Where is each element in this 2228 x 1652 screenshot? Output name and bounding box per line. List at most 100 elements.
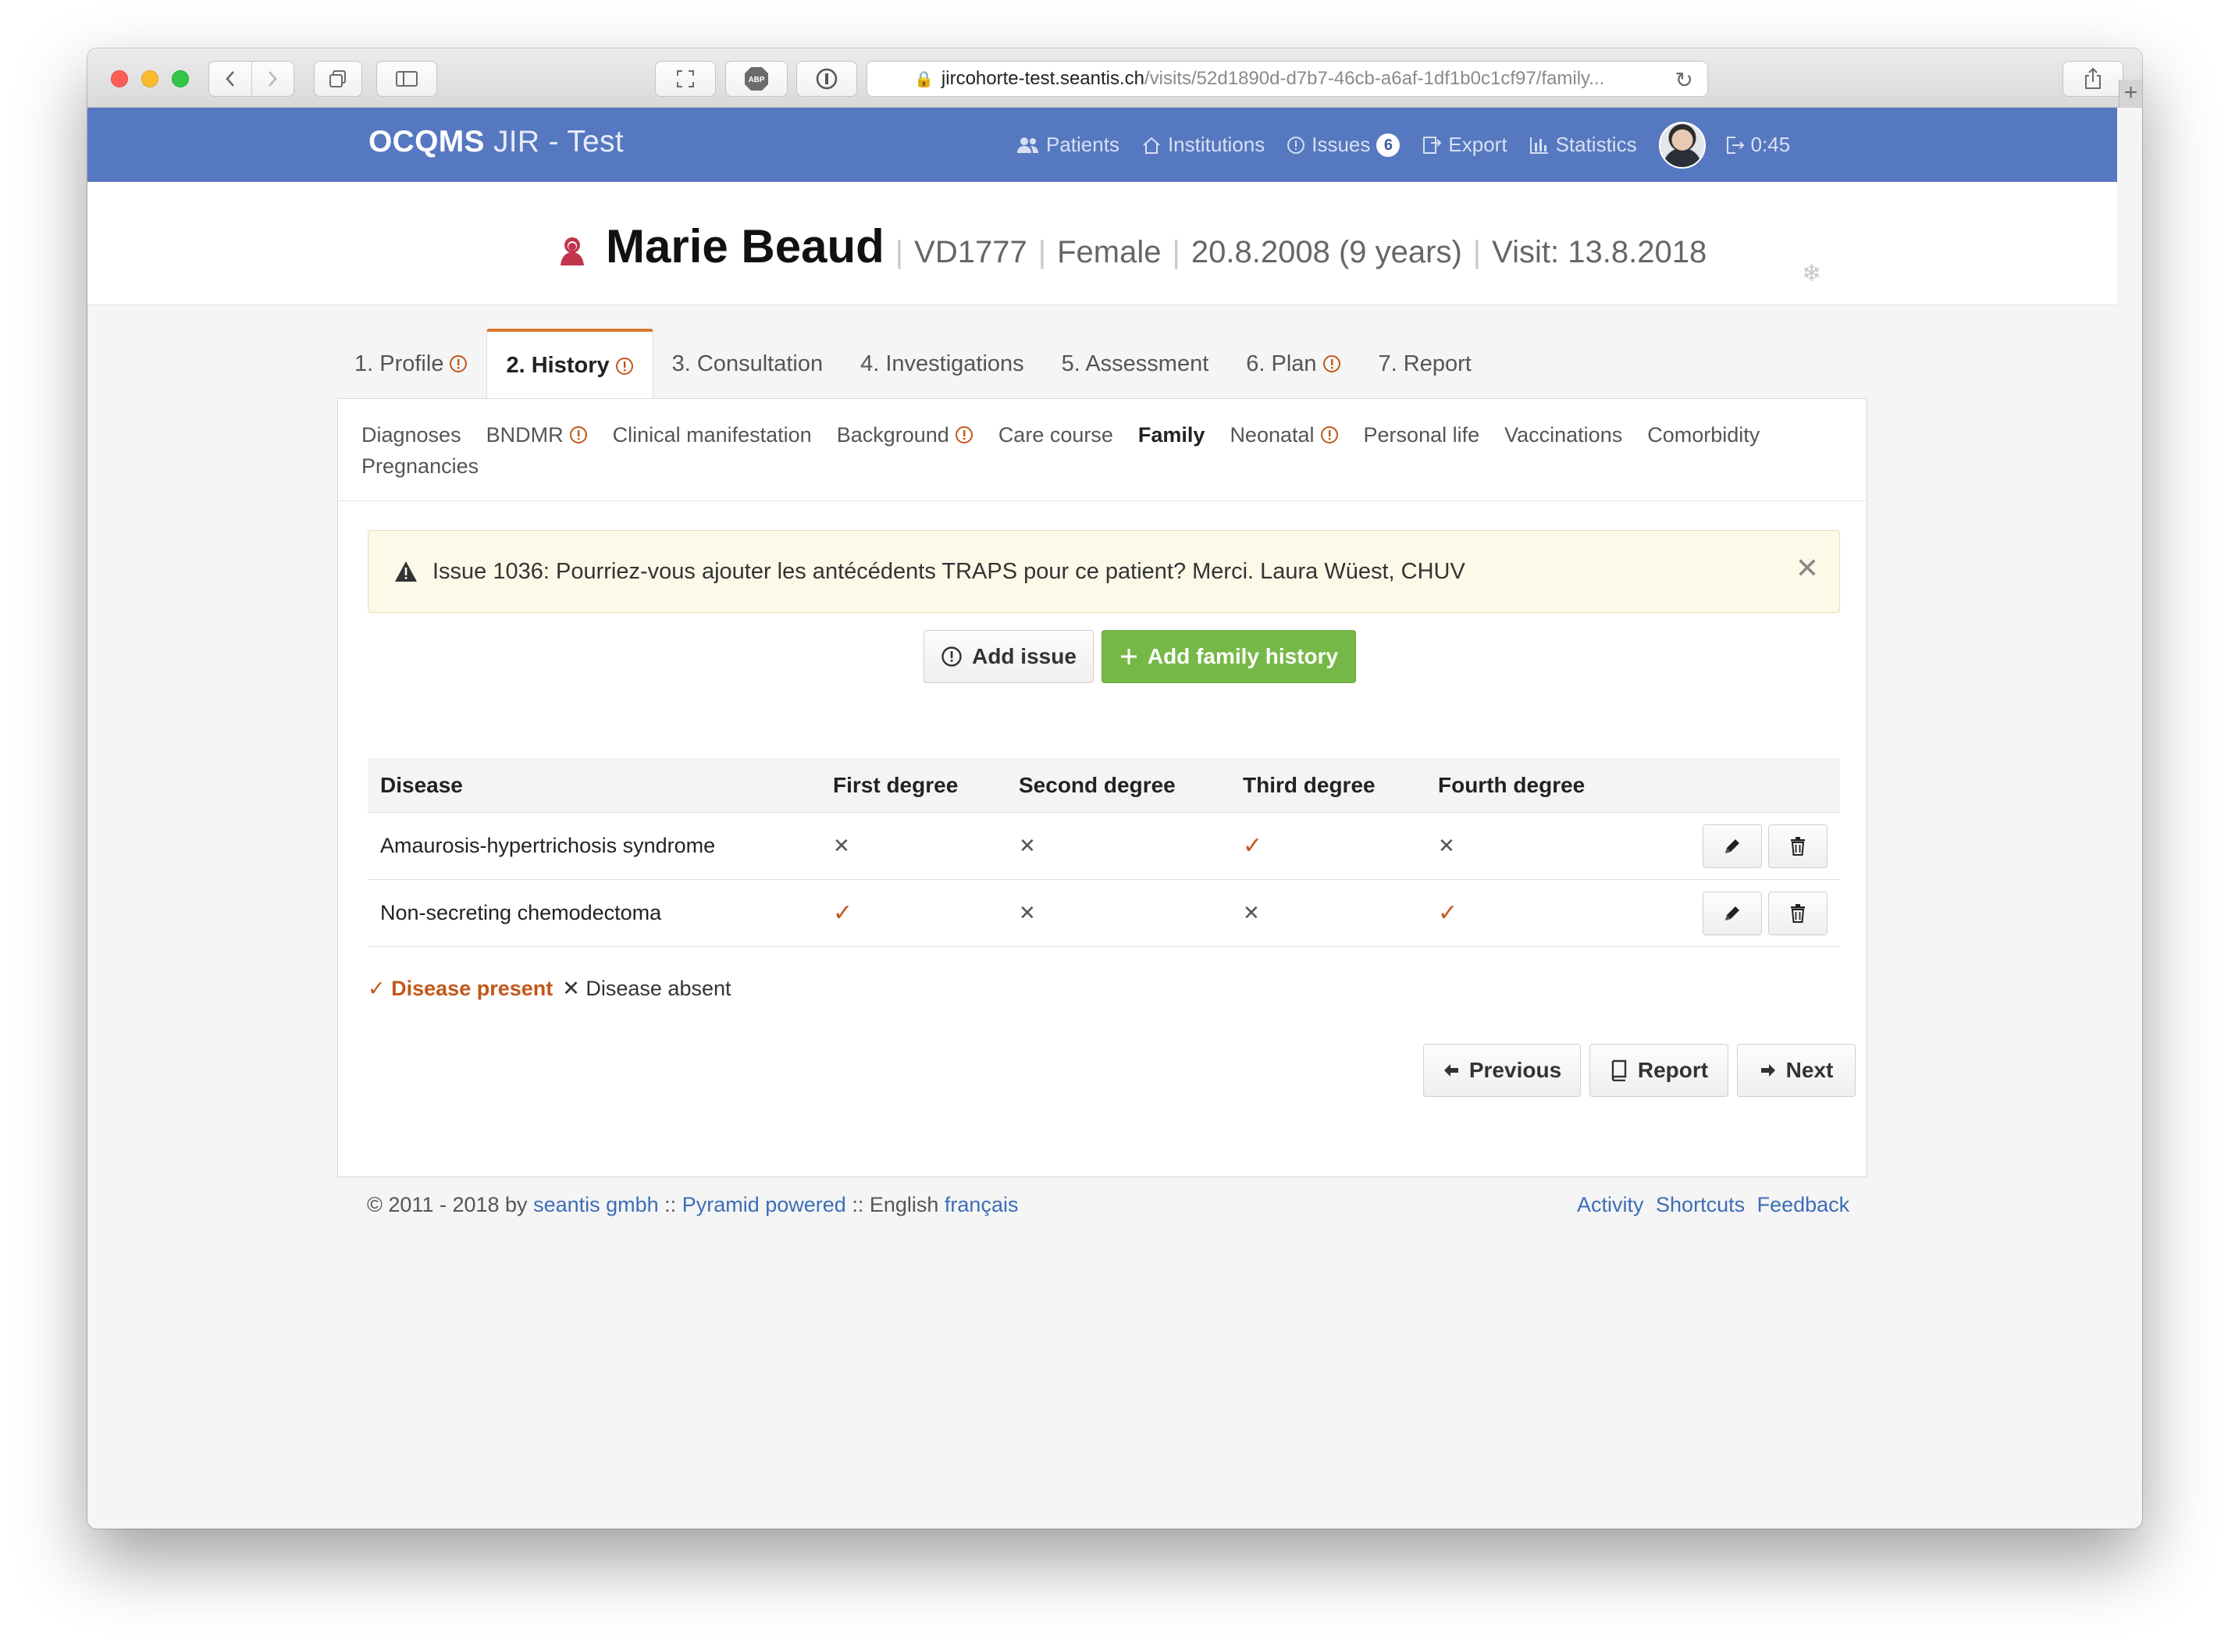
- close-alert-button[interactable]: ✕: [1796, 553, 1819, 584]
- subtab-vaccinations[interactable]: Vaccinations: [1504, 421, 1622, 449]
- address-bar[interactable]: 🔒 jircohorte-test.seantis.ch/visits/52d1…: [867, 61, 1708, 97]
- sidebar-toggle-button[interactable]: [376, 61, 437, 97]
- separator: |: [895, 235, 904, 269]
- brand-subtitle: JIR - Test: [493, 125, 624, 158]
- delete-button[interactable]: [1768, 891, 1828, 935]
- nav-statistics[interactable]: Statistics: [1529, 133, 1637, 157]
- nav-institutions[interactable]: Institutions: [1141, 133, 1265, 157]
- forward-button[interactable]: [251, 62, 294, 96]
- history-panel: Diagnoses BNDMR Clinical manifestation B…: [337, 398, 1867, 1177]
- subtab-diagnoses[interactable]: Diagnoses: [361, 421, 461, 449]
- patient-id: VD1777: [914, 235, 1027, 269]
- footer-links: Activity Shortcuts Feedback: [1571, 1193, 1849, 1217]
- edit-button[interactable]: [1703, 891, 1762, 935]
- subtab-family[interactable]: Family: [1138, 421, 1205, 449]
- tab-assessment[interactable]: 5. Assessment: [1043, 329, 1228, 399]
- activity-link[interactable]: Activity: [1577, 1193, 1644, 1216]
- arrow-right-icon: [1760, 1063, 1777, 1078]
- warning-circle-icon: [615, 357, 633, 375]
- subtab-neonatal[interactable]: Neonatal: [1230, 421, 1338, 449]
- trash-icon: [1791, 903, 1805, 923]
- edit-button[interactable]: [1703, 824, 1762, 868]
- patient-header: Marie Beaud | VD1777 | Female | 20.8.200…: [87, 182, 2117, 305]
- close-window-button[interactable]: [111, 70, 128, 87]
- next-button[interactable]: Next: [1737, 1044, 1856, 1097]
- export-icon: [1422, 135, 1442, 155]
- nav-issues[interactable]: Issues 6: [1287, 133, 1401, 157]
- feedback-link[interactable]: Feedback: [1757, 1193, 1850, 1216]
- adblock-button[interactable]: ABP: [725, 61, 788, 97]
- tab-report[interactable]: 7. Report: [1360, 329, 1490, 399]
- absent-mark: ✕: [1019, 834, 1036, 857]
- nav-export[interactable]: Export: [1422, 133, 1507, 157]
- adblock-icon: ABP: [745, 67, 768, 91]
- patient-summary: Marie Beaud | VD1777 | Female | 20.8.200…: [556, 219, 1707, 273]
- subtab-label: Family: [1137, 422, 1205, 447]
- subtab-clinical-manifestation[interactable]: Clinical manifestation: [613, 421, 812, 449]
- password-manager-button[interactable]: [796, 61, 857, 97]
- tab-profile[interactable]: 1. Profile: [336, 329, 486, 399]
- tab-label: 4. Investigations: [860, 351, 1024, 376]
- report-button[interactable]: Report: [1589, 1044, 1728, 1097]
- subtab-label: Neonatal: [1230, 422, 1315, 447]
- issues-count-badge: 6: [1376, 133, 1401, 157]
- subtab-personal-life[interactable]: Personal life: [1364, 421, 1480, 449]
- add-family-history-button[interactable]: Add family history: [1102, 630, 1356, 683]
- table-row: Amaurosis-hypertrichosis syndrome ✕ ✕ ✓ …: [368, 813, 1840, 880]
- footer-separator: ::: [664, 1193, 677, 1216]
- legend-absent: ✕ Disease absent: [562, 977, 731, 1000]
- minimize-window-button[interactable]: [141, 70, 158, 87]
- shortcuts-link[interactable]: Shortcuts: [1656, 1193, 1745, 1216]
- tab-plan[interactable]: 6. Plan: [1227, 329, 1359, 399]
- nav-logout-timer[interactable]: 0:45: [1724, 133, 1790, 157]
- zoom-window-button[interactable]: [172, 70, 189, 87]
- tabs-overview-button[interactable]: [314, 61, 362, 97]
- plus-icon: [1119, 647, 1138, 666]
- subtab-comorbidity[interactable]: Comorbidity: [1647, 421, 1760, 449]
- add-issue-label: Add issue: [972, 644, 1077, 668]
- header-fourth-degree: Fourth degree: [1438, 772, 1586, 797]
- previous-button[interactable]: Previous: [1423, 1044, 1581, 1097]
- pyramid-link[interactable]: Pyramid powered: [682, 1193, 846, 1216]
- reader-expand-button[interactable]: [655, 61, 716, 97]
- tab-investigations[interactable]: 4. Investigations: [842, 329, 1043, 399]
- legend-present: ✓ Disease present: [368, 977, 553, 1000]
- subtab-label: Vaccinations: [1504, 422, 1623, 447]
- chevron-right-icon: [269, 71, 278, 87]
- sidebar-icon: [396, 71, 418, 87]
- users-icon: [1016, 136, 1040, 155]
- header-first-degree: First degree: [833, 772, 959, 797]
- nav-patients[interactable]: Patients: [1016, 133, 1119, 157]
- subtab-background[interactable]: Background: [837, 421, 973, 449]
- tabs-overview-icon: [329, 70, 346, 87]
- table-row: Non-secreting chemodectoma ✓ ✕ ✕ ✓: [368, 880, 1840, 947]
- user-avatar[interactable]: [1658, 121, 1706, 169]
- subtab-bndmr[interactable]: BNDMR: [486, 421, 588, 449]
- warning-circle-icon: [450, 355, 468, 372]
- subtab-label: Background: [836, 422, 949, 447]
- present-mark: ✓: [833, 900, 853, 926]
- tab-consultation[interactable]: 3. Consultation: [653, 329, 842, 399]
- snowflake-icon[interactable]: ❄: [1802, 260, 1821, 287]
- new-tab-button[interactable]: +: [2119, 80, 2142, 108]
- add-issue-button[interactable]: Add issue: [924, 630, 1094, 683]
- table-legend: ✓ Disease present ✕ Disease absent: [368, 977, 731, 1001]
- previous-label: Previous: [1468, 1058, 1562, 1082]
- share-button[interactable]: [2063, 61, 2123, 97]
- nav-institutions-label: Institutions: [1167, 133, 1265, 156]
- reload-icon[interactable]: ↻: [1675, 67, 1693, 93]
- tab-history[interactable]: 2. History: [486, 329, 653, 400]
- delete-button[interactable]: [1768, 824, 1828, 868]
- company-link[interactable]: seantis gmbh: [533, 1193, 659, 1216]
- patient-sex: Female: [1057, 235, 1162, 269]
- subtab-pregnancies[interactable]: Pregnancies: [361, 452, 479, 480]
- language-french-link[interactable]: français: [945, 1193, 1019, 1216]
- back-button[interactable]: [209, 62, 251, 96]
- absent-mark: ✕: [833, 834, 850, 857]
- subtab-care-course[interactable]: Care course: [998, 421, 1113, 449]
- pencil-icon: [1725, 906, 1739, 920]
- subtab-label: Care course: [998, 422, 1113, 447]
- app-brand[interactable]: OCQMS JIR - Test: [368, 125, 624, 159]
- separator: |: [1472, 235, 1482, 269]
- issue-alert: Issue 1036: Pourriez-vous ajouter les an…: [368, 530, 1840, 613]
